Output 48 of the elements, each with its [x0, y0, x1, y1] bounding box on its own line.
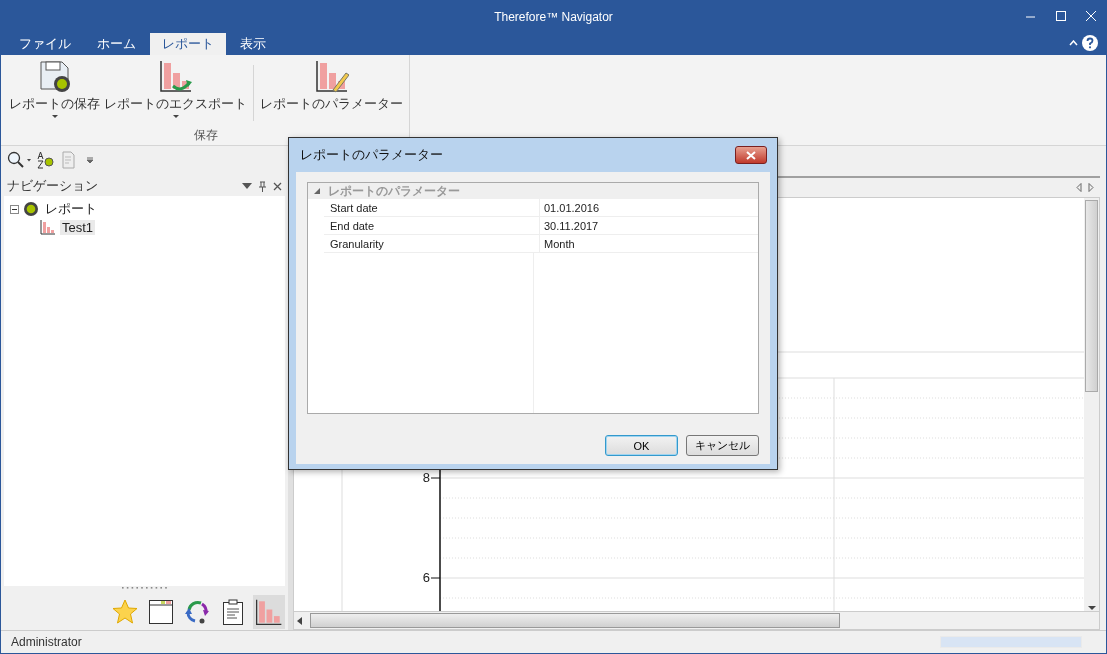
group-label: 保存 — [193, 127, 219, 144]
dialog-button[interactable]: キャンセル — [686, 435, 759, 456]
close-icon[interactable] — [273, 181, 282, 191]
dropdown-icon[interactable] — [242, 183, 252, 189]
scrollbar-thumb[interactable] — [1085, 200, 1098, 392]
search-icon[interactable] — [7, 151, 31, 169]
ribbon-tab[interactable]: ファイル — [7, 33, 83, 55]
help-icon[interactable] — [1082, 35, 1098, 51]
collapse-ribbon-icon[interactable] — [1069, 40, 1078, 46]
pane-title: ナビゲーション — [7, 177, 98, 195]
sort-icon[interactable] — [37, 151, 55, 169]
grip-icon[interactable] — [122, 586, 168, 590]
ribbon-button[interactable]: レポートのパラメーター — [258, 59, 405, 121]
property-value[interactable]: 30.11.2017 — [540, 217, 758, 234]
tick-mark — [430, 477, 441, 479]
scroll-right-icon[interactable] — [1088, 183, 1094, 192]
dialog-button[interactable]: OK — [605, 435, 678, 456]
status-user: Administrator — [11, 635, 82, 649]
collapse-icon[interactable] — [10, 204, 19, 214]
category-label: レポートのパラメーター — [328, 182, 460, 200]
tick-mark — [430, 577, 441, 579]
property-name: End date — [324, 217, 540, 234]
overflow-icon[interactable] — [85, 155, 95, 165]
ribbon-tab[interactable]: レポート — [150, 33, 226, 55]
ribbon-tab[interactable]: 表示 — [228, 33, 278, 55]
chart-icon — [40, 219, 56, 235]
property-value[interactable]: 01.01.2016 — [540, 199, 758, 216]
axis-tick-label: 6 — [422, 570, 430, 585]
close-icon — [746, 150, 756, 160]
axis-tick-label: 8 — [422, 470, 430, 485]
dialog-title: レポートのパラメーター — [300, 146, 443, 164]
property-name: Granularity — [324, 235, 540, 252]
close-button[interactable] — [735, 146, 767, 164]
status-dot-icon — [23, 201, 39, 217]
ribbon-tab[interactable]: ホーム — [85, 33, 148, 55]
pane-button[interactable] — [253, 595, 285, 629]
scrollbar-thumb[interactable] — [310, 613, 840, 628]
property-value[interactable]: Month — [540, 235, 758, 252]
ribbon-button[interactable]: レポートの保存 — [7, 59, 102, 121]
window-title: Therefore™ Navigator — [494, 9, 613, 24]
pin-icon[interactable] — [258, 180, 267, 192]
tree-item[interactable]: レポート — [43, 200, 99, 218]
ribbon-button[interactable]: レポートのエクスポート — [102, 59, 249, 121]
save-icon — [37, 59, 72, 93]
tree-item[interactable]: Test1 — [60, 219, 96, 235]
property-name: Start date — [324, 199, 540, 216]
chart-export-icon — [158, 59, 193, 93]
chart-edit-icon — [314, 59, 349, 93]
